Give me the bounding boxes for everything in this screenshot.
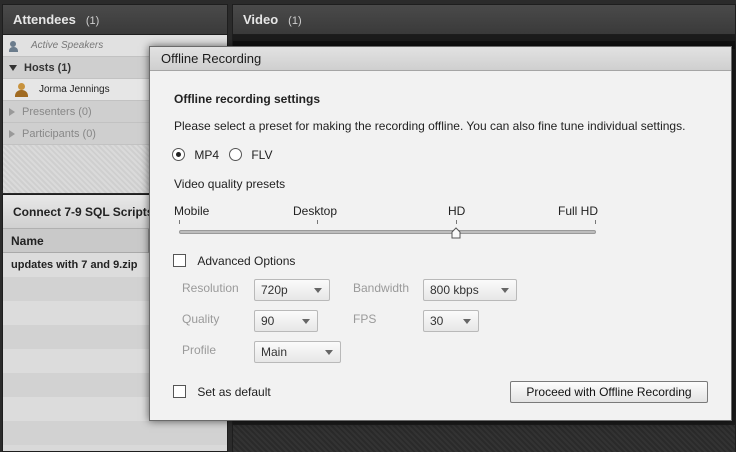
video-count: (1) [288,15,302,27]
bandwidth-select[interactable]: 800 kbps [423,279,517,301]
quality-slider-track[interactable] [179,230,596,234]
video-header: Video (1) [233,5,735,35]
slider-tick [456,220,457,224]
preset-hd-label[interactable]: HD [448,204,465,218]
resolution-label: Resolution [182,281,239,295]
video-title: Video [243,12,279,27]
profile-label: Profile [182,343,217,357]
settings-heading: Offline recording settings [174,92,321,106]
quality-select[interactable]: 90 [254,310,318,332]
bandwidth-label: Bandwidth [353,281,410,295]
flv-label: FLV [251,147,273,162]
quality-slider-thumb[interactable] [451,227,461,239]
files-title: Connect 7-9 SQL Scripts [13,205,154,219]
fps-value: 30 [430,314,444,328]
dialog-title[interactable]: Offline Recording [150,47,731,71]
mp4-radio[interactable] [172,148,185,162]
set-default-row[interactable]: Set as default [173,384,271,399]
advanced-options-checkbox[interactable] [173,254,186,268]
active-speakers-icon [9,40,23,52]
set-default-label: Set as default [197,384,271,399]
chevron-down-icon [463,319,471,324]
chevron-down-icon [314,288,322,293]
host-user-icon [15,82,29,97]
quality-label: Quality [182,312,220,326]
fps-select[interactable]: 30 [423,310,479,332]
chevron-down-icon [501,288,509,293]
slider-tick [595,220,596,224]
flv-radio-option[interactable]: FLV [229,147,272,162]
mp4-label: MP4 [194,147,220,162]
bandwidth-value: 800 kbps [430,283,479,297]
fps-label: FPS [353,312,377,326]
mp4-radio-option[interactable]: MP4 [172,147,219,162]
flv-radio[interactable] [229,148,242,162]
hosts-label: Hosts (1) [24,61,72,74]
resolution-select[interactable]: 720p [254,279,330,301]
proceed-offline-recording-button[interactable]: Proceed with Offline Recording [510,381,708,403]
offline-recording-dialog: Offline Recording Offline recording sett… [149,46,732,421]
participants-label: Participants (0) [22,127,96,140]
presets-label: Video quality presets [174,177,286,191]
attendees-title: Attendees [13,12,76,27]
attendee-name: Jorma Jennings [39,83,110,95]
name-column-header[interactable]: Name [3,229,149,253]
slider-tick [179,220,180,224]
settings-description: Please select a preset for making the re… [174,119,686,133]
video-background [233,425,735,452]
attendees-count: (1) [85,15,100,27]
preset-fullhd-label[interactable]: Full HD [558,204,598,218]
preset-mobile-label[interactable]: Mobile [174,204,209,218]
set-default-checkbox[interactable] [173,385,186,399]
expand-down-icon [9,64,17,71]
presenters-label: Presenters (0) [22,105,92,118]
chevron-down-icon [325,350,333,355]
profile-select[interactable]: Main [254,341,341,363]
expand-right-icon [9,129,15,138]
chevron-down-icon [302,319,310,324]
active-speakers-label: Active Speakers [31,39,104,51]
preset-desktop-label[interactable]: Desktop [293,204,337,218]
advanced-options-label: Advanced Options [197,253,296,268]
profile-value: Main [261,345,288,359]
attendees-header: Attendees (1) [3,5,227,35]
slider-tick [317,220,318,224]
quality-value: 90 [261,314,275,328]
empty-row [3,421,227,445]
advanced-options-row[interactable]: Advanced Options [173,253,295,268]
resolution-value: 720p [261,283,288,297]
expand-right-icon [9,107,15,116]
